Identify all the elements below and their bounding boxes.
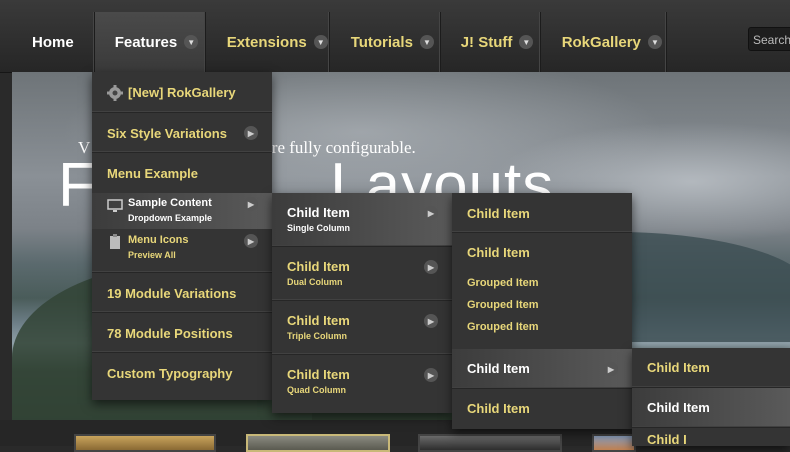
menu-item-label: Sample Content — [128, 197, 212, 209]
menu-item-label: Child Item — [467, 206, 530, 221]
top-navigation-bar: Home Features ▼ Extensions ▼ Tutorials ▼… — [0, 0, 790, 73]
menu-item-label: Six Style Variations — [107, 126, 227, 141]
menu-item-sublabel: Preview All — [128, 250, 176, 260]
menu-item-sublabel: Dropdown Example — [128, 213, 213, 223]
menu-item-sublabel: Single Column — [287, 223, 350, 233]
menu-item-child[interactable]: Child Item — [632, 348, 790, 388]
menu-item-child-dual-column[interactable]: Child Item Dual Column ▶ — [272, 247, 452, 301]
menu-item-grouped[interactable]: Grouped Item — [452, 273, 632, 295]
menu-item-rokgallery[interactable]: [New] RokGallery — [92, 72, 272, 113]
main-nav: Home Features ▼ Extensions ▼ Tutorials ▼… — [12, 12, 667, 72]
monitor-icon — [107, 199, 123, 213]
chevron-down-icon: ▼ — [419, 35, 434, 49]
menu-item-19-module-variations[interactable]: 19 Module Variations — [92, 273, 272, 313]
menu-item-menu-example[interactable]: Menu Example — [92, 153, 272, 193]
menu-item-child-highlighted[interactable]: Child Item ▶ — [452, 349, 632, 389]
clipboard-icon — [109, 234, 121, 250]
menu-item-label: Child Item — [287, 367, 350, 382]
nav-item-tutorials[interactable]: Tutorials ▼ — [330, 12, 441, 72]
menu-item-child-highlighted[interactable]: Child Item — [632, 388, 790, 428]
menu-item-label: Child Item — [467, 401, 530, 416]
gear-icon — [107, 85, 123, 101]
thumbnail[interactable] — [246, 434, 390, 452]
chevron-right-icon: ▶ — [244, 234, 258, 248]
menu-item-child-quad-column[interactable]: Child Item Quad Column ▶ — [272, 355, 452, 409]
menu-item-label: Child Item — [287, 259, 350, 274]
menu-item-label: Grouped Item — [467, 321, 539, 333]
menu-item-sublabel: Triple Column — [287, 331, 348, 341]
nav-item-label: RokGallery — [561, 33, 641, 51]
menu-item-child[interactable]: Child Item — [452, 193, 632, 233]
menu-item-label: 78 Module Positions — [107, 326, 233, 341]
menu-item-label: Child Item — [287, 205, 350, 220]
search-input[interactable]: Search — [748, 27, 790, 51]
chevron-right-icon: ▶ — [424, 314, 438, 328]
menu-item-label: Child Item — [467, 361, 530, 376]
menu-item-child[interactable]: Child I — [632, 428, 790, 447]
chevron-down-icon: ▼ — [184, 35, 199, 49]
chevron-right-icon: ▶ — [424, 206, 438, 220]
dropdown-submenu-sample-content: Child Item Single Column ▶ Child Item Du… — [272, 193, 452, 413]
menu-item-sample-content[interactable]: Sample Content Dropdown Example ▶ — [92, 193, 272, 229]
chevron-right-icon: ▶ — [604, 362, 618, 376]
menu-item-label: Grouped Item — [467, 277, 539, 289]
menu-item-menu-icons[interactable]: Menu Icons Preview All ▶ — [92, 229, 272, 273]
menu-item-child-single-column[interactable]: Child Item Single Column ▶ — [272, 193, 452, 247]
menu-item-label: Child Item — [647, 360, 710, 375]
menu-item-label: 19 Module Variations — [107, 286, 237, 301]
menu-item-grouped[interactable]: Grouped Item — [452, 317, 632, 349]
nav-item-label: Home — [32, 33, 74, 51]
menu-item-label: Menu Icons — [128, 234, 189, 246]
search-placeholder: Search — [753, 33, 790, 47]
menu-item-label: Custom Typography — [107, 366, 233, 381]
menu-item-six-style-variations[interactable]: Six Style Variations ▶ — [92, 113, 272, 153]
menu-item-sublabel: Dual Column — [287, 277, 343, 287]
chevron-down-icon: ▼ — [313, 35, 328, 49]
nav-item-home[interactable]: Home — [12, 12, 95, 72]
nav-item-features[interactable]: Features ▼ — [94, 12, 206, 72]
menu-item-label: Child Item — [647, 400, 710, 415]
nav-item-label: J! Stuff — [460, 33, 513, 51]
menu-item-label: Grouped Item — [467, 299, 539, 311]
menu-item-custom-typography[interactable]: Custom Typography — [92, 353, 272, 393]
nav-item-j-stuff[interactable]: J! Stuff ▼ — [441, 12, 541, 72]
menu-item-child-triple-column[interactable]: Child Item Triple Column ▶ — [272, 301, 452, 355]
menu-item-label: Menu Example — [107, 166, 199, 181]
nav-item-label: Tutorials — [350, 33, 413, 51]
menu-item-label: [New] RokGallery — [128, 85, 236, 100]
nav-item-label: Extensions — [226, 33, 307, 51]
menu-item-label: Child I — [647, 432, 687, 447]
chevron-right-icon: ▶ — [244, 197, 258, 211]
nav-item-extensions[interactable]: Extensions ▼ — [206, 12, 330, 72]
chevron-right-icon: ▶ — [424, 368, 438, 382]
menu-item-grouped[interactable]: Grouped Item — [452, 295, 632, 317]
dropdown-submenu-single-column: Child Item Child Item Grouped Item Group… — [452, 193, 632, 429]
nav-item-rokgallery[interactable]: RokGallery ▼ — [541, 12, 667, 72]
thumbnail[interactable] — [418, 434, 562, 452]
menu-item-78-module-positions[interactable]: 78 Module Positions — [92, 313, 272, 353]
chevron-right-icon: ▶ — [244, 126, 258, 140]
dropdown-menu-features: [New] RokGallery Six Style Variations ▶ … — [92, 72, 272, 400]
chevron-down-icon: ▼ — [519, 35, 534, 49]
menu-item-child[interactable]: Child Item — [452, 389, 632, 429]
chevron-right-icon: ▶ — [424, 260, 438, 274]
chevron-down-icon: ▼ — [647, 35, 662, 49]
menu-item-sublabel: Quad Column — [287, 385, 346, 395]
dropdown-submenu-level-4: Child Item Child Item Child I — [632, 348, 790, 447]
menu-item-label: Child Item — [467, 245, 530, 260]
menu-item-label: Child Item — [287, 313, 350, 328]
nav-item-label: Features — [114, 33, 178, 51]
thumbnail[interactable] — [74, 434, 216, 452]
thumbnail[interactable] — [592, 434, 636, 452]
menu-item-child[interactable]: Child Item — [452, 233, 632, 273]
